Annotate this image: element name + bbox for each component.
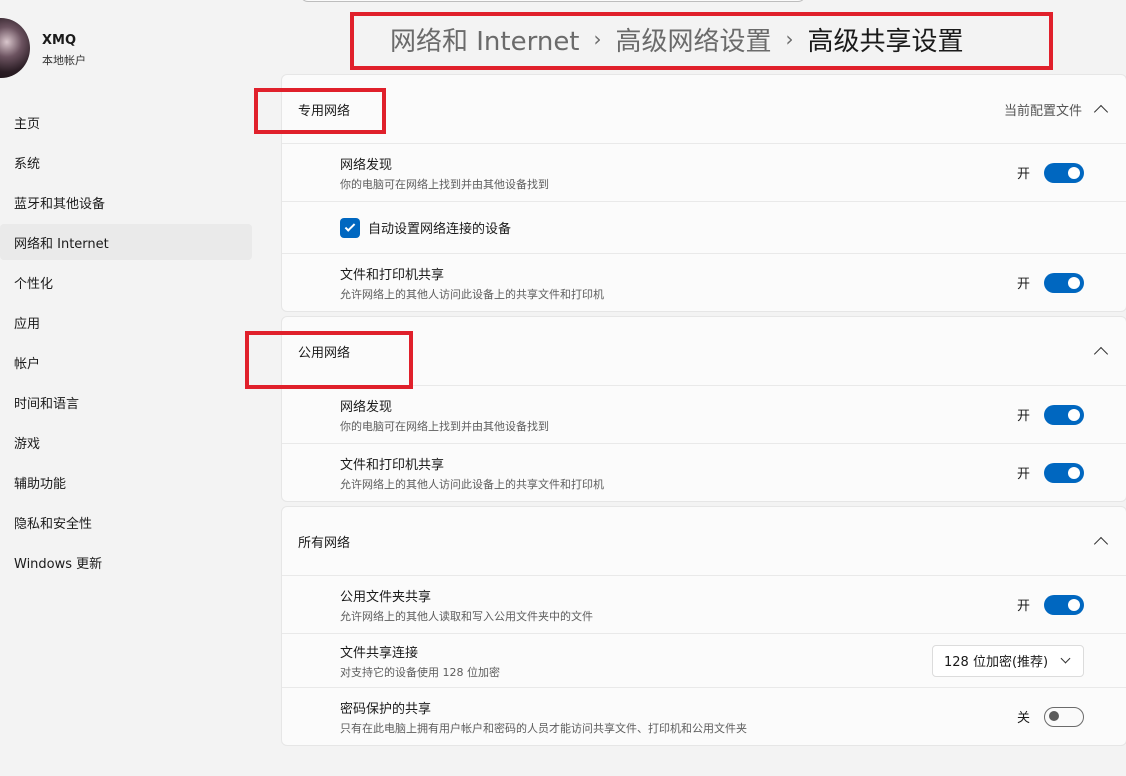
chevron-up-icon[interactable]	[1093, 346, 1109, 362]
setting-description: 允许网络上的其他人访问此设备上的共享文件和打印机	[340, 477, 604, 491]
sidebar-item-network[interactable]: 网络和 Internet	[0, 224, 252, 260]
setting-row-password-protected-sharing: 密码保护的共享 只有在此电脑上拥有用户帐户和密码的人员才能访问共享文件、打印机和…	[282, 687, 1126, 745]
chevron-up-icon[interactable]	[1093, 536, 1109, 552]
toggle-state-label: 开	[1016, 599, 1030, 614]
setting-title: 文件和打印机共享	[340, 457, 445, 473]
toggle-state-label: 开	[1016, 467, 1030, 482]
sidebar-item-home[interactable]: 主页	[0, 104, 252, 140]
toggle-state-label: 开	[1016, 167, 1030, 182]
setting-title: 网络发现	[340, 157, 393, 173]
section-title: 所有网络	[298, 535, 351, 551]
setting-description: 你的电脑可在网络上找到并由其他设备找到	[340, 419, 549, 433]
avatar	[0, 18, 30, 78]
checkmark-icon	[344, 221, 356, 232]
profile-name: XMQ	[42, 33, 77, 48]
sidebar-nav: 主页 系统 蓝牙和其他设备 网络和 Internet 个性化 应用 帐户 时间和…	[0, 104, 252, 584]
dropdown-value: 128 位加密(推荐)	[944, 655, 1049, 670]
sidebar-item-accessibility[interactable]: 辅助功能	[0, 464, 252, 500]
private-network-section: 专用网络 当前配置文件 网络发现 你的电脑可在网络上找到并由其他设备找到 开 自…	[281, 74, 1126, 312]
sidebar-item-personalization[interactable]: 个性化	[0, 264, 252, 300]
setting-row-network-discovery: 网络发现 你的电脑可在网络上找到并由其他设备找到 开	[282, 143, 1126, 201]
setting-row-public-folder-sharing: 公用文件夹共享 允许网络上的其他人读取和写入公用文件夹中的文件 开	[282, 575, 1126, 633]
setting-description: 你的电脑可在网络上找到并由其他设备找到	[340, 177, 549, 191]
setting-description: 对支持它的设备使用 128 位加密	[340, 665, 500, 679]
setting-row-file-sharing-connections: 文件共享连接 对支持它的设备使用 128 位加密 128 位加密(推荐)	[282, 633, 1126, 687]
file-printer-sharing-toggle[interactable]	[1044, 272, 1084, 293]
toggle-state-label: 开	[1016, 277, 1030, 292]
setting-row-file-printer-sharing: 文件和打印机共享 允许网络上的其他人访问此设备上的共享文件和打印机 开	[282, 253, 1126, 311]
sidebar-item-bluetooth[interactable]: 蓝牙和其他设备	[0, 184, 252, 220]
highlight-box-breadcrumb	[350, 12, 1053, 70]
sidebar-item-accounts[interactable]: 帐户	[0, 344, 252, 380]
network-discovery-toggle[interactable]	[1044, 404, 1084, 425]
toggle-state-label: 关	[1016, 711, 1030, 726]
file-printer-sharing-toggle[interactable]	[1044, 462, 1084, 483]
highlight-box-public-network	[245, 331, 413, 389]
auto-setup-checkbox[interactable]	[340, 217, 360, 238]
sidebar-item-time-language[interactable]: 时间和语言	[0, 384, 252, 420]
setting-row-auto-setup: 自动设置网络连接的设备	[282, 201, 1126, 253]
setting-title: 公用文件夹共享	[340, 589, 432, 605]
current-profile-label: 当前配置文件	[1003, 103, 1082, 119]
setting-row-file-printer-sharing: 文件和打印机共享 允许网络上的其他人访问此设备上的共享文件和打印机 开	[282, 443, 1126, 501]
private-network-header[interactable]: 专用网络 当前配置文件	[282, 75, 1126, 143]
setting-description: 只有在此电脑上拥有用户帐户和密码的人员才能访问共享文件、打印机和公用文件夹	[340, 721, 747, 735]
public-folder-sharing-toggle[interactable]	[1044, 594, 1084, 615]
sidebar-item-system[interactable]: 系统	[0, 144, 252, 180]
encryption-dropdown[interactable]: 128 位加密(推荐)	[932, 644, 1084, 677]
highlight-box-private-network	[254, 88, 386, 134]
setting-description: 允许网络上的其他人读取和写入公用文件夹中的文件	[340, 609, 593, 623]
setting-title: 文件共享连接	[340, 645, 419, 661]
setting-title: 密码保护的共享	[340, 701, 432, 717]
toggle-state-label: 开	[1016, 409, 1030, 424]
sidebar-item-privacy[interactable]: 隐私和安全性	[0, 504, 252, 540]
setting-title: 网络发现	[340, 399, 393, 415]
setting-row-network-discovery: 网络发现 你的电脑可在网络上找到并由其他设备找到 开	[282, 385, 1126, 443]
chevron-down-icon	[1060, 653, 1071, 664]
setting-description: 允许网络上的其他人访问此设备上的共享文件和打印机	[340, 287, 604, 301]
setting-title: 文件和打印机共享	[340, 267, 445, 283]
all-networks-header[interactable]: 所有网络	[282, 507, 1126, 575]
sidebar-item-apps[interactable]: 应用	[0, 304, 252, 340]
profile-account-type: 本地帐户	[42, 54, 86, 67]
password-protected-sharing-toggle[interactable]	[1044, 706, 1084, 727]
sidebar-item-windows-update[interactable]: Windows 更新	[0, 544, 252, 580]
network-discovery-toggle[interactable]	[1044, 162, 1084, 183]
sidebar-item-gaming[interactable]: 游戏	[0, 424, 252, 460]
user-profile[interactable]: XMQ 本地帐户	[0, 18, 260, 80]
search-input[interactable]	[300, 0, 806, 2]
all-networks-section: 所有网络 公用文件夹共享 允许网络上的其他人读取和写入公用文件夹中的文件 开 文…	[281, 506, 1126, 746]
chevron-up-icon[interactable]	[1093, 104, 1109, 120]
checkbox-label: 自动设置网络连接的设备	[368, 222, 512, 237]
